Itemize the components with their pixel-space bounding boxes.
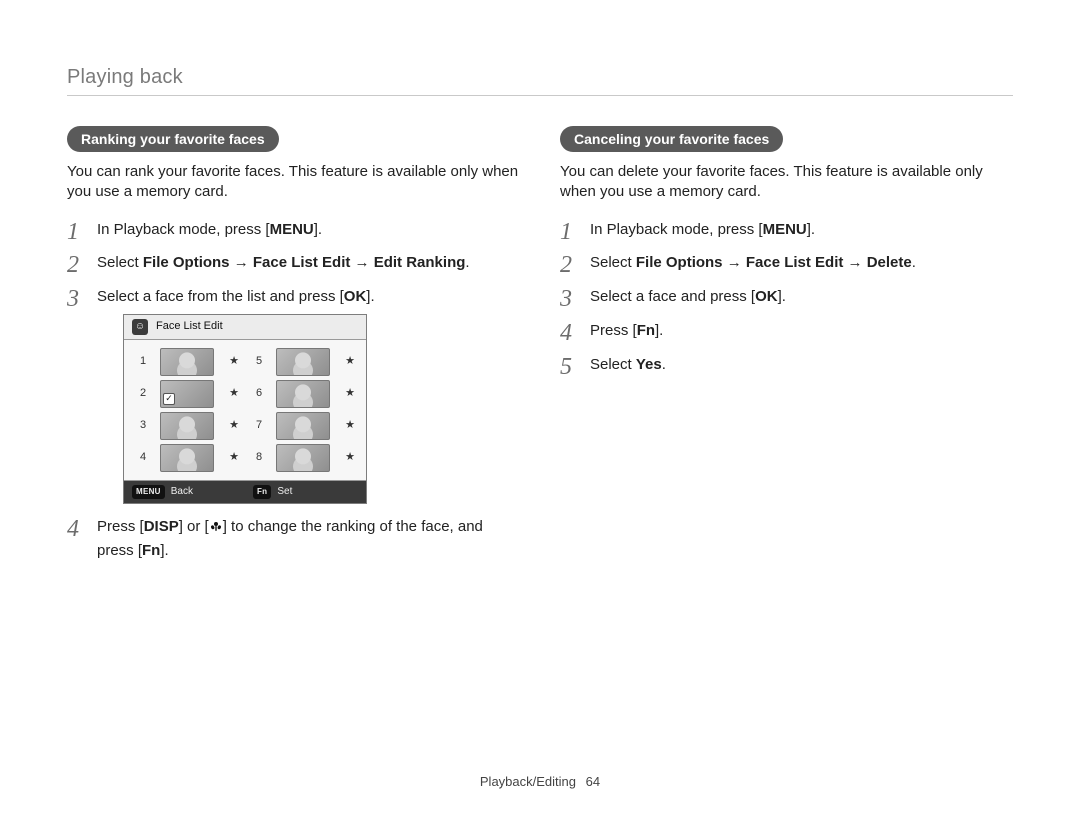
face-rank-number: 3 bbox=[132, 418, 154, 434]
step-text: . bbox=[912, 254, 916, 271]
face-rank-number: 8 bbox=[248, 450, 270, 466]
check-icon: ✓ bbox=[163, 393, 175, 405]
section-rule bbox=[67, 95, 1013, 96]
step-text: ]. bbox=[778, 288, 786, 305]
device-footer: MENU Back Fn Set bbox=[124, 480, 366, 504]
step-text: ]. bbox=[366, 288, 374, 305]
macro-icon bbox=[209, 518, 223, 540]
star-icon: ★ bbox=[342, 386, 358, 402]
step-text: Press [ bbox=[590, 322, 637, 339]
star-icon: ★ bbox=[342, 450, 358, 466]
face-thumb bbox=[276, 412, 330, 440]
face-thumb bbox=[160, 348, 214, 376]
face-thumb bbox=[276, 380, 330, 408]
intro-ranking: You can rank your favorite faces. This f… bbox=[67, 162, 520, 203]
device-header: ☺ Face List Edit bbox=[124, 315, 366, 340]
intro-canceling: You can delete your favorite faces. This… bbox=[560, 162, 1013, 203]
face-thumb bbox=[276, 348, 330, 376]
device-title: Face List Edit bbox=[156, 319, 223, 335]
step-bold: File Options → Face List Edit → Delete bbox=[636, 254, 912, 271]
step-text: In Playback mode, press [ bbox=[590, 221, 763, 238]
step-text: Select a face and press [ bbox=[590, 288, 755, 305]
key-ok: OK bbox=[755, 288, 778, 305]
key-fn: Fn bbox=[142, 542, 160, 559]
step-text: ]. bbox=[655, 322, 663, 339]
star-icon: ★ bbox=[226, 418, 242, 434]
face-rank-number: 6 bbox=[248, 386, 270, 402]
key-menu: MENU bbox=[763, 221, 807, 238]
steps-ranking: In Playback mode, press [MENU]. Select F… bbox=[67, 219, 520, 562]
page: Playing back Ranking your favorite faces… bbox=[67, 66, 1013, 779]
step-text: ] or [ bbox=[179, 518, 209, 535]
step: Select File Options → Face List Edit → D… bbox=[560, 252, 1013, 274]
pill-ranking: Ranking your favorite faces bbox=[67, 126, 279, 152]
star-icon: ★ bbox=[226, 450, 242, 466]
step-text: . bbox=[465, 254, 469, 271]
step: Select File Options → Face List Edit → E… bbox=[67, 252, 520, 274]
face-thumb-selected: ✓ bbox=[160, 380, 214, 408]
step-text: ]. bbox=[314, 221, 322, 238]
step: Select a face from the list and press [O… bbox=[67, 286, 520, 504]
content-columns: Ranking your favorite faces You can rank… bbox=[67, 126, 1013, 574]
page-number: 64 bbox=[586, 774, 600, 789]
step-bold: File Options → Face List Edit → Edit Ran… bbox=[143, 254, 466, 271]
step-text: ]. bbox=[160, 542, 168, 559]
step: In Playback mode, press [MENU]. bbox=[560, 219, 1013, 241]
face-rank-number: 4 bbox=[132, 450, 154, 466]
face-thumb bbox=[276, 444, 330, 472]
step: Press [Fn]. bbox=[560, 320, 1013, 342]
page-footer: Playback/Editing 64 bbox=[0, 774, 1080, 789]
device-footer-label: Set bbox=[277, 485, 292, 500]
step-text: ]. bbox=[807, 221, 815, 238]
footer-label: Playback/Editing bbox=[480, 774, 576, 789]
device-grid: 1 ★ 5 ★ 2 ✓ ★ 6 ★ 3 bbox=[124, 340, 366, 480]
step-text: Press [ bbox=[97, 518, 144, 535]
step-text: Select a face from the list and press [ bbox=[97, 288, 344, 305]
key-menu: MENU bbox=[270, 221, 314, 238]
star-icon: ★ bbox=[226, 386, 242, 402]
star-icon: ★ bbox=[226, 354, 242, 370]
face-rank-number: 7 bbox=[248, 418, 270, 434]
pill-canceling: Canceling your favorite faces bbox=[560, 126, 783, 152]
key-ok: OK bbox=[344, 288, 367, 305]
column-left: Ranking your favorite faces You can rank… bbox=[67, 126, 520, 574]
face-thumb bbox=[160, 444, 214, 472]
star-icon: ★ bbox=[342, 418, 358, 434]
face-rank-number: 5 bbox=[248, 354, 270, 370]
step: In Playback mode, press [MENU]. bbox=[67, 219, 520, 241]
step: Select a face and press [OK]. bbox=[560, 286, 1013, 308]
column-right: Canceling your favorite faces You can de… bbox=[560, 126, 1013, 574]
device-footer-label: Back bbox=[171, 485, 193, 500]
key-fn: Fn bbox=[637, 322, 655, 339]
section-title: Playing back bbox=[67, 66, 1013, 89]
face-rank-number: 1 bbox=[132, 354, 154, 370]
device-screenshot: ☺ Face List Edit 1 ★ 5 ★ 2 ✓ bbox=[123, 314, 367, 505]
device-footer-back: MENU Back bbox=[124, 481, 245, 504]
step-bold: Yes bbox=[636, 356, 662, 373]
star-icon: ★ bbox=[342, 354, 358, 370]
key-menu-small: MENU bbox=[132, 485, 165, 499]
face-thumb bbox=[160, 412, 214, 440]
key-disp: DISP bbox=[144, 518, 179, 535]
step-text: . bbox=[662, 356, 666, 373]
steps-canceling: In Playback mode, press [MENU]. Select F… bbox=[560, 219, 1013, 376]
step-text: Select bbox=[590, 254, 636, 271]
step: Select Yes. bbox=[560, 354, 1013, 376]
device-footer-set: Fn Set bbox=[245, 481, 366, 504]
step-text: In Playback mode, press [ bbox=[97, 221, 270, 238]
step: Press [DISP] or [] to change the ranking… bbox=[67, 516, 520, 562]
step-text: Select bbox=[97, 254, 143, 271]
face-rank-number: 2 bbox=[132, 386, 154, 402]
key-fn-small: Fn bbox=[253, 485, 271, 499]
step-text: Select bbox=[590, 356, 636, 373]
face-list-icon: ☺ bbox=[132, 319, 148, 335]
